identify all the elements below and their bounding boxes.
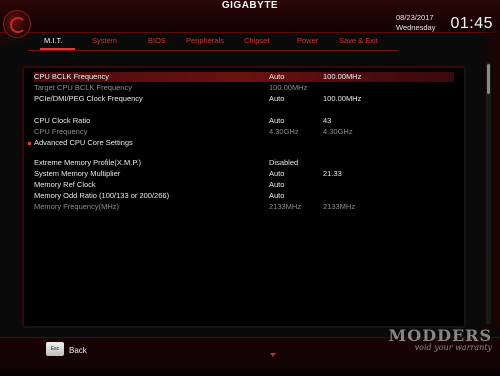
setting-current-value: 21.33 (323, 169, 342, 178)
setting-value[interactable]: Auto (269, 94, 284, 104)
esc-key-icon[interactable]: Esc (46, 342, 64, 356)
tab-peripherals[interactable]: Peripherals (186, 36, 224, 45)
setting-row[interactable]: CPU Clock Ratio Auto 43 (34, 116, 454, 126)
setting-row[interactable]: Memory Ref Clock Auto (34, 180, 454, 190)
tab-system[interactable]: System (92, 36, 117, 45)
setting-row: CPU Frequency 4.30GHz 4.30GHz (34, 127, 454, 137)
setting-value: 2133MHz (269, 202, 302, 211)
setting-value[interactable]: Auto (269, 72, 284, 82)
setting-label: System Memory Multiplier (34, 169, 121, 178)
submenu-bullet-icon (28, 142, 31, 145)
setting-label: Memory Frequency(MHz) (34, 202, 120, 211)
setting-label: CPU Frequency (34, 127, 88, 136)
setting-row[interactable]: Memory Odd Ratio (100/133 or 200/266) Aut… (34, 191, 454, 201)
scrollbar-track[interactable] (486, 62, 491, 324)
setting-row[interactable]: PCIe/DMI/PEG Clock Frequency Auto 100.00MH… (34, 94, 454, 104)
setting-row: Target CPU BCLK Frequency 100.00MHz (34, 83, 454, 93)
setting-label: Target CPU BCLK Frequency (34, 83, 132, 92)
setting-value[interactable]: Auto (269, 191, 284, 201)
setting-value[interactable]: Disabled (269, 158, 298, 168)
setting-row[interactable]: CPU BCLK Frequency Auto 100.00MHz (34, 72, 454, 82)
setting-value: 100.00MHz (269, 83, 308, 92)
scroll-down-icon[interactable] (270, 353, 276, 357)
date-text: 08/23/2017 (396, 13, 434, 22)
setting-label: Memory Ref Clock (34, 180, 96, 189)
setting-current-value: 4.30GHz (323, 127, 353, 136)
setting-value[interactable]: Auto (269, 180, 284, 190)
setting-row[interactable]: Advanced CPU Core Settings (28, 138, 454, 148)
setting-current-value: 100.00MHz (323, 94, 362, 103)
back-button-label[interactable]: Back (69, 346, 87, 355)
setting-label: CPU Clock Ratio (34, 116, 91, 125)
gigabyte-logo-icon (3, 10, 31, 38)
scrollbar-thumb[interactable] (487, 64, 490, 94)
setting-current-value: 43 (323, 116, 332, 125)
tab-chipset[interactable]: Chipset (244, 36, 269, 45)
setting-row[interactable]: Extreme Memory Profile(X.M.P.) Disabled (34, 158, 454, 168)
date-display: 08/23/2017 Wednesday (396, 13, 456, 33)
setting-label: CPU BCLK Frequency (34, 72, 110, 81)
setting-label: Memory Odd Ratio (100/133 or 200/266) (34, 191, 170, 200)
setting-value: 4.30GHz (269, 127, 299, 136)
setting-row: Memory Frequency(MHz) 2133MHz 2133MHz (34, 202, 454, 212)
tab-bios[interactable]: BIOS (148, 36, 166, 45)
setting-current-value: 2133MHz (323, 202, 356, 211)
tab-m-i-t[interactable]: M.I.T. (44, 36, 62, 45)
setting-label: PCIe/DMI/PEG Clock Frequency (34, 94, 143, 103)
setting-value[interactable]: Auto (269, 116, 284, 126)
tab-save-exit[interactable]: Save & Exit (339, 36, 378, 45)
tab-power[interactable]: Power (297, 36, 318, 45)
brand-logo-text: GIGABYTE (221, 0, 279, 11)
setting-row[interactable]: System Memory Multiplier Auto 21.33 (34, 169, 454, 179)
watermark: MODDERS void your warranty (389, 326, 492, 352)
setting-value[interactable]: Auto (269, 169, 284, 179)
setting-label: Advanced CPU Core Settings (34, 138, 133, 147)
setting-label: Extreme Memory Profile(X.M.P.) (34, 158, 141, 167)
weekday-text: Wednesday (396, 23, 436, 32)
tab-divider (28, 50, 398, 51)
setting-current-value: 100.00MHz (323, 72, 362, 81)
